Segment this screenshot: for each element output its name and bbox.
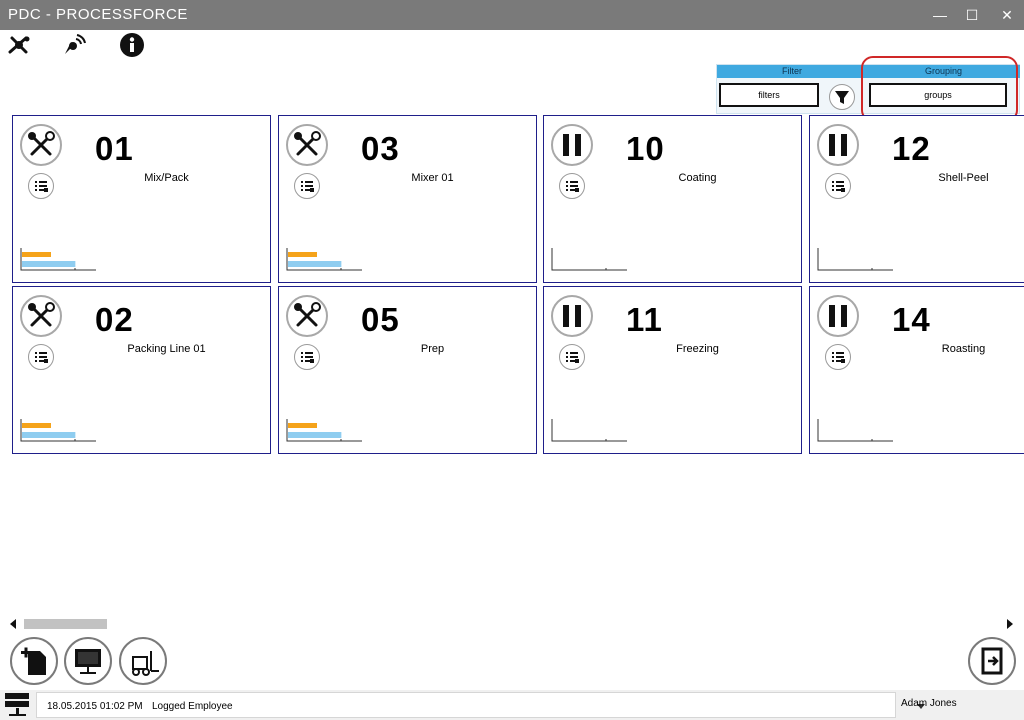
machine-name: Mixer 01 [411,172,454,184]
monitor-icon [75,649,101,674]
machine-name: Mix/Pack [144,172,189,184]
machine-name: Packing Line 01 [127,343,206,355]
machine-number: 01 [95,130,134,167]
machine-name: Prep [420,343,445,355]
grouping-highlight [861,56,1018,122]
chart-axis [551,419,627,442]
chart-axis [817,419,893,442]
machine-number: 14 [892,301,931,338]
progress-chart [551,248,627,271]
employee-name: Adam Jones [901,698,957,709]
network-icon [5,693,29,716]
machine-number: 05 [361,301,400,338]
machine-tile[interactable]: 11 Freezing [543,286,802,454]
pause-icon[interactable] [817,295,859,337]
machine-name: Coating [678,172,717,184]
filter-button[interactable] [829,84,855,110]
orange-bar [288,423,317,428]
production-icon[interactable] [6,32,32,58]
machine-name: Freezing [676,343,719,355]
filters-box[interactable]: filters [719,83,819,107]
window-title: PDC - PROCESSFORCE [8,6,188,23]
employee-select[interactable]: 18.05.2015 01:02 PM Logged Employee [36,692,925,718]
machine-tile[interactable]: 03 Mixer 01 [278,115,537,283]
machine-name: Shell-Peel [938,172,989,184]
chart-axis [551,248,627,271]
forklift-icon [132,651,159,676]
progress-chart [286,248,362,271]
new-document-icon [21,647,46,675]
orange-bar [22,252,51,257]
list-icon[interactable] [28,173,54,199]
blue-bar [22,432,76,438]
progress-chart [20,419,96,442]
list-icon[interactable] [28,344,54,370]
wrench-icon[interactable] [286,295,328,337]
orange-bar [22,423,51,428]
pause-icon[interactable] [817,124,859,166]
scroll-right-arrow[interactable] [1007,619,1013,629]
machine-number: 02 [95,301,134,338]
progress-chart [20,248,96,271]
machine-tile[interactable]: 12 Shell-Peel [809,115,1024,283]
maximize-button[interactable]: ☐ [962,6,982,24]
blue-bar [288,432,342,438]
list-icon[interactable] [294,173,320,199]
forklift-button[interactable] [119,637,167,685]
machine-tile[interactable]: 02 Packing Line 01 [12,286,271,454]
wrench-icon[interactable] [20,124,62,166]
list-icon[interactable] [559,173,585,199]
signal-icon[interactable] [62,32,88,58]
list-icon[interactable] [825,344,851,370]
datetime-text: 18.05.2015 01:02 PM [47,701,143,712]
logged-employee-label: Logged Employee [152,701,233,712]
scrollbar-thumb[interactable] [24,619,107,629]
list-icon[interactable] [294,344,320,370]
funnel-icon [835,91,849,104]
machine-tile[interactable]: 05 Prep [278,286,537,454]
info-icon[interactable] [119,32,145,58]
machine-tile[interactable]: 14 Roasting [809,286,1024,454]
new-document-button[interactable] [10,637,58,685]
status-bar: 18.05.2015 01:02 PM Logged Employee Adam… [0,690,1024,720]
progress-chart [817,419,893,442]
machine-name: Roasting [941,343,986,355]
chart-axis [817,248,893,271]
monitor-button[interactable] [64,637,112,685]
machine-number: 03 [361,130,400,167]
wrench-icon[interactable] [286,124,328,166]
machine-number: 11 [626,301,663,338]
machine-number: 10 [626,130,665,167]
progress-chart [286,419,362,442]
wrench-icon[interactable] [20,295,62,337]
close-button[interactable]: ✕ [997,6,1017,24]
list-icon[interactable] [559,344,585,370]
pause-icon[interactable] [551,295,593,337]
blue-bar [22,261,76,267]
progress-chart [817,248,893,271]
progress-chart [551,419,627,442]
minimize-button[interactable]: — [930,6,950,24]
exit-icon [981,647,1003,675]
orange-bar [288,252,317,257]
machine-tile[interactable]: 01 Mix/Pack [12,115,271,283]
pause-icon[interactable] [551,124,593,166]
machine-number: 12 [892,130,931,167]
filter-header: Filter [717,65,867,78]
machine-tile[interactable]: 10 Coating [543,115,802,283]
title-bar: PDC - PROCESSFORCE — ☐ ✕ [0,0,1024,30]
scroll-left-arrow[interactable] [10,619,16,629]
list-icon[interactable] [825,173,851,199]
blue-bar [288,261,342,267]
exit-button[interactable] [968,637,1016,685]
